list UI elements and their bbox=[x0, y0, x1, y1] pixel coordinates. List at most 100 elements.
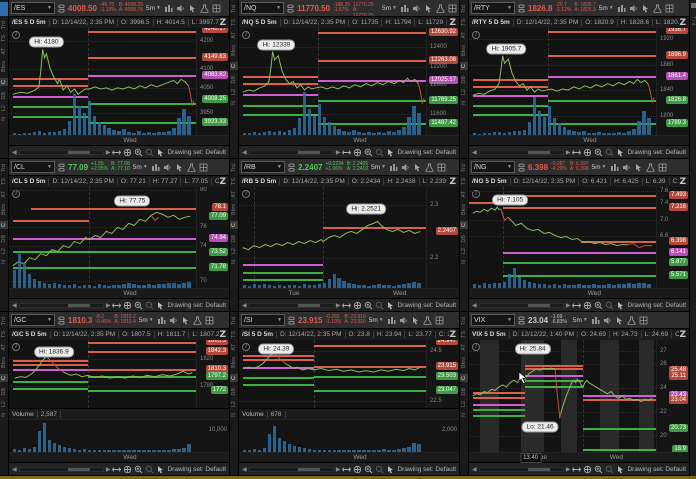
time-axis[interactable]: Wed bbox=[469, 135, 689, 145]
zoom-out-icon[interactable] bbox=[375, 148, 384, 157]
gadget-tab[interactable]: DB bbox=[230, 388, 238, 396]
gadget-tab[interactable]: TS bbox=[230, 178, 238, 185]
gadget-tab[interactable]: Trd bbox=[460, 317, 468, 325]
scroll-right-icon[interactable]: ▶ bbox=[106, 149, 111, 156]
timeframe-select[interactable]: 5m▼ bbox=[369, 317, 384, 324]
symbol-input[interactable]: /ES ▼ bbox=[11, 2, 55, 14]
symbol-input[interactable]: VIX ▼ bbox=[471, 314, 515, 326]
gadget-tab[interactable]: C bbox=[0, 78, 8, 86]
studies-grid-icon[interactable] bbox=[658, 163, 667, 172]
cursor-icon[interactable] bbox=[641, 4, 650, 13]
speaker-icon[interactable] bbox=[163, 163, 172, 172]
scroll-left-icon[interactable]: ◀ bbox=[12, 466, 17, 473]
link-icon[interactable] bbox=[518, 163, 525, 172]
chart-body[interactable]: i Hi: 24.39 24.94724.523.91523.50323.047… bbox=[239, 340, 459, 408]
chart-body[interactable]: i Hi: 2.2521 2.32.24072.2 bbox=[239, 187, 459, 288]
scrollbar[interactable] bbox=[479, 467, 564, 472]
scroll-left-icon[interactable]: ◀ bbox=[242, 466, 247, 473]
gadget-tab[interactable]: N bbox=[0, 413, 8, 417]
chart-plot[interactable]: i Hi: 4180 bbox=[9, 28, 196, 135]
gadget-tab[interactable]: N bbox=[460, 260, 468, 264]
scroll-left-icon[interactable]: ◀ bbox=[242, 302, 247, 309]
gadget-tab[interactable]: AT bbox=[230, 32, 238, 39]
timeframe-select[interactable]: 5m▼ bbox=[382, 5, 397, 12]
scroll-left-icon[interactable]: ◀ bbox=[242, 149, 247, 156]
gadget-tab[interactable]: N bbox=[0, 117, 8, 121]
zoom-in-icon[interactable] bbox=[134, 301, 143, 310]
pan-icon[interactable] bbox=[342, 148, 351, 157]
gadget-tab[interactable]: Trd bbox=[230, 317, 238, 325]
snap-icon[interactable]: Z bbox=[219, 330, 229, 340]
gadget-tab[interactable]: TS bbox=[230, 331, 238, 338]
studies-grid-icon[interactable] bbox=[205, 316, 214, 325]
crosshair-zoom-icon[interactable] bbox=[353, 148, 362, 157]
drawing-cursor-icon[interactable] bbox=[616, 148, 625, 157]
time-axis[interactable]: Wed bbox=[239, 452, 459, 462]
gadget-tab[interactable]: C bbox=[460, 62, 468, 70]
scrollbar-thumb[interactable] bbox=[298, 304, 320, 307]
drawing-set-label[interactable]: Drawing set: Default bbox=[627, 302, 686, 309]
speaker-icon[interactable] bbox=[622, 163, 631, 172]
gadget-tab[interactable]: Trd bbox=[230, 5, 238, 13]
scroll-right-icon[interactable]: ▶ bbox=[106, 302, 111, 309]
pattern-icon[interactable] bbox=[610, 163, 619, 172]
studies-grid-icon[interactable] bbox=[199, 163, 208, 172]
time-axis[interactable]: Wed bbox=[9, 135, 229, 145]
gadget-tab[interactable]: L2 bbox=[230, 248, 238, 254]
flask-icon[interactable] bbox=[653, 4, 662, 13]
scrollbar-thumb[interactable] bbox=[68, 468, 90, 471]
scroll-right-icon[interactable]: ▶ bbox=[566, 302, 571, 309]
chart-plot[interactable]: i Hi: 12339 bbox=[239, 28, 426, 135]
symbol-input[interactable]: /CL ▼ bbox=[11, 161, 55, 173]
chart-plot[interactable]: i Hi: 1905.7 bbox=[469, 28, 656, 135]
scrollbar-thumb[interactable] bbox=[298, 468, 320, 471]
drawing-cursor-icon[interactable] bbox=[156, 465, 165, 474]
scrollbar-thumb[interactable] bbox=[528, 468, 550, 471]
scroll-right-icon[interactable]: ▶ bbox=[566, 149, 571, 156]
gadget-tab[interactable]: Bkrs bbox=[460, 204, 468, 215]
time-axis[interactable]: Wed bbox=[239, 135, 459, 145]
zoom-out-icon[interactable] bbox=[605, 148, 614, 157]
gadget-tab[interactable]: DB bbox=[460, 235, 468, 243]
gadget-tab[interactable]: N bbox=[230, 260, 238, 264]
symbol-input[interactable]: /GC ▼ bbox=[11, 314, 55, 326]
gadget-tab[interactable]: TS bbox=[460, 178, 468, 185]
speaker-icon[interactable] bbox=[399, 316, 408, 325]
pattern-icon[interactable] bbox=[387, 316, 396, 325]
cursor-icon[interactable] bbox=[413, 163, 422, 172]
crosshair-zoom-icon[interactable] bbox=[583, 301, 592, 310]
cursor-icon[interactable] bbox=[615, 316, 624, 325]
scroll-left-icon[interactable]: ◀ bbox=[12, 149, 17, 156]
gadget-tab[interactable]: C bbox=[0, 374, 8, 382]
speaker-icon[interactable] bbox=[629, 4, 638, 13]
gadget-tab[interactable]: L2 bbox=[0, 248, 8, 254]
zoom-out-icon[interactable] bbox=[605, 465, 614, 474]
chart-body[interactable]: i Hi: 25.84Lo: 21.46 272625.4825.112423.… bbox=[469, 340, 689, 452]
scrollbar[interactable] bbox=[479, 303, 564, 308]
zoom-in-icon[interactable] bbox=[364, 465, 373, 474]
zoom-out-icon[interactable] bbox=[375, 465, 384, 474]
flask-icon[interactable] bbox=[425, 163, 434, 172]
gadget-tab[interactable]: N bbox=[230, 413, 238, 417]
zoom-out-icon[interactable] bbox=[375, 301, 384, 310]
gadget-tab[interactable]: AT bbox=[0, 191, 8, 198]
zoom-in-icon[interactable] bbox=[594, 465, 603, 474]
pan-icon[interactable] bbox=[112, 148, 121, 157]
gadget-tab[interactable]: TS bbox=[230, 19, 238, 26]
drawing-cursor-icon[interactable] bbox=[156, 301, 165, 310]
studies-grid-icon[interactable] bbox=[212, 4, 221, 13]
gadget-tab[interactable]: TS bbox=[460, 19, 468, 26]
gadget-tab[interactable]: C bbox=[230, 374, 238, 382]
price-axis[interactable]: 8078.177.097674.947473.5271.7870 bbox=[196, 187, 229, 288]
drawing-cursor-icon[interactable] bbox=[386, 148, 395, 157]
gadget-tab[interactable]: C bbox=[230, 221, 238, 229]
zoom-in-icon[interactable] bbox=[134, 148, 143, 157]
zoom-in-icon[interactable] bbox=[134, 465, 143, 474]
flask-icon[interactable] bbox=[200, 4, 209, 13]
studies-grid-icon[interactable] bbox=[639, 316, 648, 325]
gadget-strip[interactable]: TrdTSATBkrsCDBL2N bbox=[0, 159, 9, 311]
scrollbar[interactable] bbox=[249, 303, 334, 308]
time-axis[interactable]: TueWed bbox=[239, 288, 459, 298]
cursor-icon[interactable] bbox=[181, 316, 190, 325]
pattern-icon[interactable] bbox=[591, 316, 600, 325]
